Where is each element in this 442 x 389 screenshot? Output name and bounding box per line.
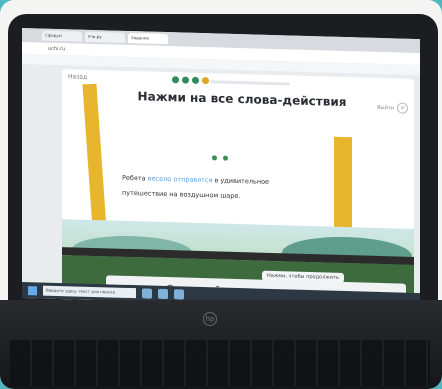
- taskbar-app-icon[interactable]: [174, 289, 184, 300]
- browser-tab[interactable]: Учи.ру: [85, 31, 125, 43]
- hp-logo-icon: hp: [203, 312, 217, 326]
- slide-dot: [223, 155, 228, 161]
- lesson-app: Назад Нажми на все слова-действия Выйти …: [62, 69, 414, 310]
- progress-dot: [192, 76, 199, 84]
- browser-tab-active[interactable]: Задание: [128, 32, 168, 45]
- sentence-word[interactable]: Ребята: [122, 174, 146, 183]
- browser-tab[interactable]: Сферум: [42, 30, 82, 42]
- progress-dots: [172, 76, 209, 85]
- taskbar-search[interactable]: Введите здесь текст для поиска: [43, 285, 136, 299]
- url-text: uchi.ru: [48, 45, 66, 53]
- taskbar-app-icon[interactable]: [142, 288, 152, 299]
- keyboard-keys: [10, 340, 430, 386]
- slide-dot: [212, 155, 217, 161]
- photo-frame: Сферум Учи.ру Задание uchi.ru Назад Нажм…: [0, 0, 442, 389]
- slide-dots: [212, 155, 228, 161]
- task-sentence: Ребята весело отправятся в удивительное …: [122, 171, 342, 207]
- sentence-verb[interactable]: отправятся: [173, 175, 212, 184]
- exit-button[interactable]: Выйти ×: [377, 102, 408, 114]
- windows-start-icon[interactable]: [28, 285, 37, 295]
- taskbar-app-icon[interactable]: [158, 288, 168, 300]
- exit-label: Выйти: [377, 104, 394, 111]
- progress-dot: [202, 77, 209, 85]
- progress-line: [210, 80, 290, 86]
- sentence-word[interactable]: в удивительное: [215, 176, 270, 186]
- close-icon: ×: [397, 102, 408, 114]
- sentence-word[interactable]: путешествие на воздушном шаре.: [122, 189, 240, 200]
- sentence-verb[interactable]: весело: [148, 175, 172, 184]
- laptop-screen: Сферум Учи.ру Задание uchi.ru Назад Нажм…: [22, 28, 420, 310]
- back-button[interactable]: Назад: [68, 73, 87, 81]
- progress-dot: [182, 76, 189, 84]
- progress-dot: [172, 76, 179, 84]
